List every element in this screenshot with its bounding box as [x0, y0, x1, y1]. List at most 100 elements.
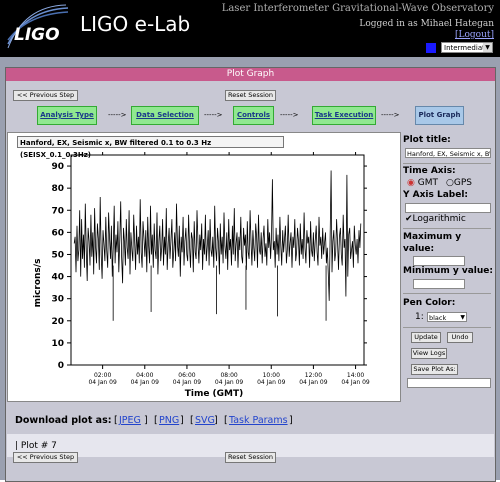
logo-text: LIGO [14, 25, 60, 45]
y-tick-label: 0 [58, 361, 64, 371]
logged-in-text: Logged in as Mihael Hategan [359, 19, 494, 29]
bracket: [ [154, 415, 158, 426]
y-tick-label: 70 [51, 206, 64, 216]
max-y-label-2: value: [403, 244, 435, 254]
x-tick-date: 04 Jan 09 [257, 379, 286, 386]
logout-link[interactable]: [Logout] [455, 30, 494, 40]
plot-title-label: Plot title: [403, 135, 451, 145]
radio-selected-icon: ◉ [407, 178, 415, 188]
level-color-swatch [426, 43, 436, 53]
x-tick-date: 04 Jan 09 [341, 379, 370, 386]
chevron-down-icon: ▼ [460, 314, 465, 321]
bracket: [ [224, 415, 228, 426]
x-tick-date: 04 Jan 09 [299, 379, 328, 386]
step-controls[interactable]: Controls [233, 106, 274, 125]
view-logs-button[interactable]: View Logs [411, 348, 447, 359]
divider [403, 163, 491, 164]
plot-title-input[interactable]: Hanford, EX, Seismic x, BW [405, 148, 491, 158]
step-arrow: -----> [381, 111, 400, 119]
previous-step-button-bottom[interactable]: << Previous Step [13, 452, 78, 463]
plot-number: | Plot # 7 [15, 441, 57, 451]
download-svg-link[interactable]: SVG [195, 415, 215, 426]
x-tick-label: 12:00 [305, 372, 322, 379]
download-png-link[interactable]: PNG [159, 415, 179, 426]
step-arrow: -----> [108, 111, 127, 119]
max-y-label: Maximum y [403, 232, 462, 242]
y-axis-label-input[interactable] [405, 203, 491, 213]
x-tick-date: 04 Jan 09 [173, 379, 202, 386]
undo-button[interactable]: Undo [447, 332, 473, 343]
observatory-title: Laser Interferometer Gravitational-Wave … [221, 3, 494, 14]
radio-unselected-icon: ○ [446, 178, 454, 188]
step-arrow: -----> [204, 111, 223, 119]
reset-session-button-bottom[interactable]: Reset Session [225, 452, 276, 463]
x-tick-label: 10:00 [263, 372, 280, 379]
pen-color-label: Pen Color: [403, 298, 456, 308]
seismic-chart: 010203040506070809002:0004 Jan 0904:0004… [33, 152, 370, 399]
y-tick-label: 80 [51, 184, 64, 194]
pen-color-value: black [429, 314, 447, 322]
y-tick-label: 40 [51, 273, 64, 283]
y-tick-label: 50 [51, 250, 64, 260]
panel-title: Plot Graph [6, 68, 495, 81]
gmt-label: GMT [417, 178, 438, 188]
download-label: Download plot as: [15, 415, 112, 426]
series-line [73, 170, 362, 301]
step-data-selection[interactable]: Data Selection [131, 106, 199, 125]
bracket: ] [180, 415, 184, 426]
divider [403, 228, 491, 229]
page-body: Plot Graph << Previous Step Reset Sessio… [0, 57, 500, 482]
reset-session-button[interactable]: Reset Session [225, 90, 276, 101]
x-tick-label: 02:00 [94, 372, 111, 379]
update-button[interactable]: Update [411, 332, 441, 343]
y-axis-label-label: Y Axis Label: [403, 190, 469, 200]
y-tick-label: 90 [51, 162, 64, 172]
download-task-params-link[interactable]: Task Params [229, 415, 288, 426]
divider [403, 327, 491, 328]
plot-controls: Plot title: Hanford, EX, Seismic x, BW T… [401, 132, 493, 400]
y-tick-label: 20 [51, 317, 64, 327]
gps-radio[interactable]: ○GPS [446, 178, 472, 188]
plot-area: Hanford, EX, Seismic x, BW filtered 0.1 … [7, 132, 401, 402]
bracket: ] [144, 415, 148, 426]
previous-step-button[interactable]: << Previous Step [13, 90, 78, 101]
y-axis-label: microns/s [33, 259, 43, 308]
time-axis-label: Time Axis: [403, 166, 456, 176]
step-arrow: -----> [280, 111, 299, 119]
gmt-radio[interactable]: ◉ GMT [407, 178, 438, 188]
checkmark-icon: ✔ [405, 214, 413, 224]
download-jpeg-link[interactable]: JPEG [119, 415, 141, 426]
app-title: LIGO e-Lab [80, 12, 191, 36]
y-tick-label: 10 [51, 339, 64, 349]
x-tick-date: 04 Jan 09 [131, 379, 160, 386]
y-tick-label: 60 [51, 228, 64, 238]
save-plot-input[interactable] [407, 378, 491, 388]
y-tick-label: 30 [51, 295, 64, 305]
level-select[interactable]: Intermediate ▼ [441, 42, 493, 53]
gps-label: GPS [453, 178, 472, 188]
bracket: ] [214, 415, 218, 426]
save-plot-button[interactable]: Save Plot As: [411, 364, 458, 375]
bracket: ] [289, 415, 293, 426]
x-tick-label: 14:00 [347, 372, 364, 379]
x-tick-label: 06:00 [178, 372, 195, 379]
pen-index: 1: [415, 312, 424, 322]
x-tick-label: 08:00 [220, 372, 237, 379]
x-tick-label: 04:00 [136, 372, 153, 379]
min-y-label: Minimum y value: [403, 266, 493, 276]
site-header: LIGO LIGO e-Lab Laser Interferometer Gra… [0, 0, 500, 57]
plot-graph-panel: Plot Graph << Previous Step Reset Sessio… [5, 67, 496, 482]
step-plot-graph: Plot Graph [415, 106, 464, 125]
max-y-input[interactable] [413, 256, 465, 266]
x-tick-date: 04 Jan 09 [88, 379, 117, 386]
x-axis-label: Time (GMT) [185, 389, 244, 399]
logarithmic-checkbox[interactable]: ✔Logarithmic [405, 214, 466, 224]
pen-color-select[interactable]: black ▼ [427, 312, 467, 322]
bracket: [ [190, 415, 194, 426]
x-tick-date: 04 Jan 09 [215, 379, 244, 386]
divider [403, 293, 491, 294]
step-task-execution[interactable]: Task Execution [312, 106, 376, 125]
ligo-logo: LIGO [6, 4, 70, 50]
min-y-input[interactable] [413, 279, 465, 289]
step-analysis-type[interactable]: Analysis Type [37, 106, 97, 125]
